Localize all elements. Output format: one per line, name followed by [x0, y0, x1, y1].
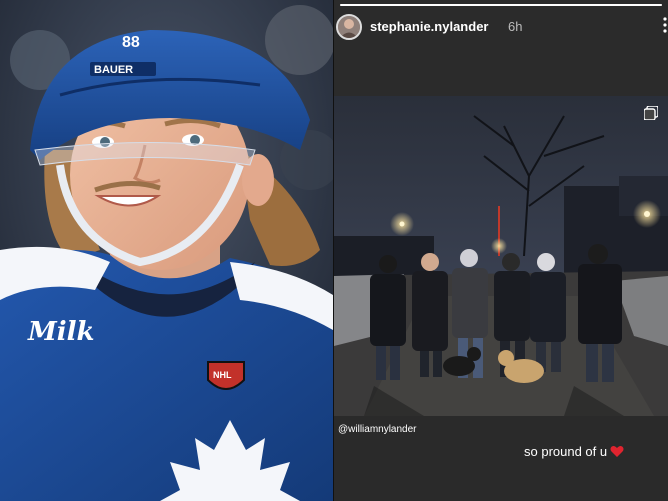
jersey-sponsor-text: Milk — [27, 317, 95, 347]
player-photo: BAUER 88 Milk NHL — [0, 0, 333, 501]
story-progress-bar — [340, 4, 662, 6]
multiple-photos-icon — [643, 105, 659, 121]
story-username[interactable]: stephanie.nylander — [370, 19, 488, 34]
nhl-badge-text: NHL — [213, 370, 232, 380]
helmet-brand-text: BAUER — [94, 64, 133, 76]
caption-text: so pround of u — [524, 444, 608, 459]
instagram-story: stephanie.nylander 6h @williamnylander s… — [334, 0, 668, 501]
heart-icon — [610, 445, 624, 458]
mention-tag[interactable]: @williamnylander — [338, 424, 417, 435]
story-progress-fill — [340, 4, 662, 6]
story-photo — [334, 96, 668, 416]
story-caption: so pround of u — [524, 444, 624, 459]
helmet-number-text: 88 — [122, 34, 140, 51]
more-options-icon[interactable] — [662, 16, 668, 34]
avatar[interactable] — [336, 14, 362, 40]
player-photo-illustration: BAUER 88 Milk NHL — [0, 0, 333, 501]
avatar-image — [338, 16, 360, 38]
story-timestamp: 6h — [508, 19, 523, 34]
story-header: stephanie.nylander 6h — [334, 0, 668, 96]
night-park-photo — [334, 96, 668, 416]
